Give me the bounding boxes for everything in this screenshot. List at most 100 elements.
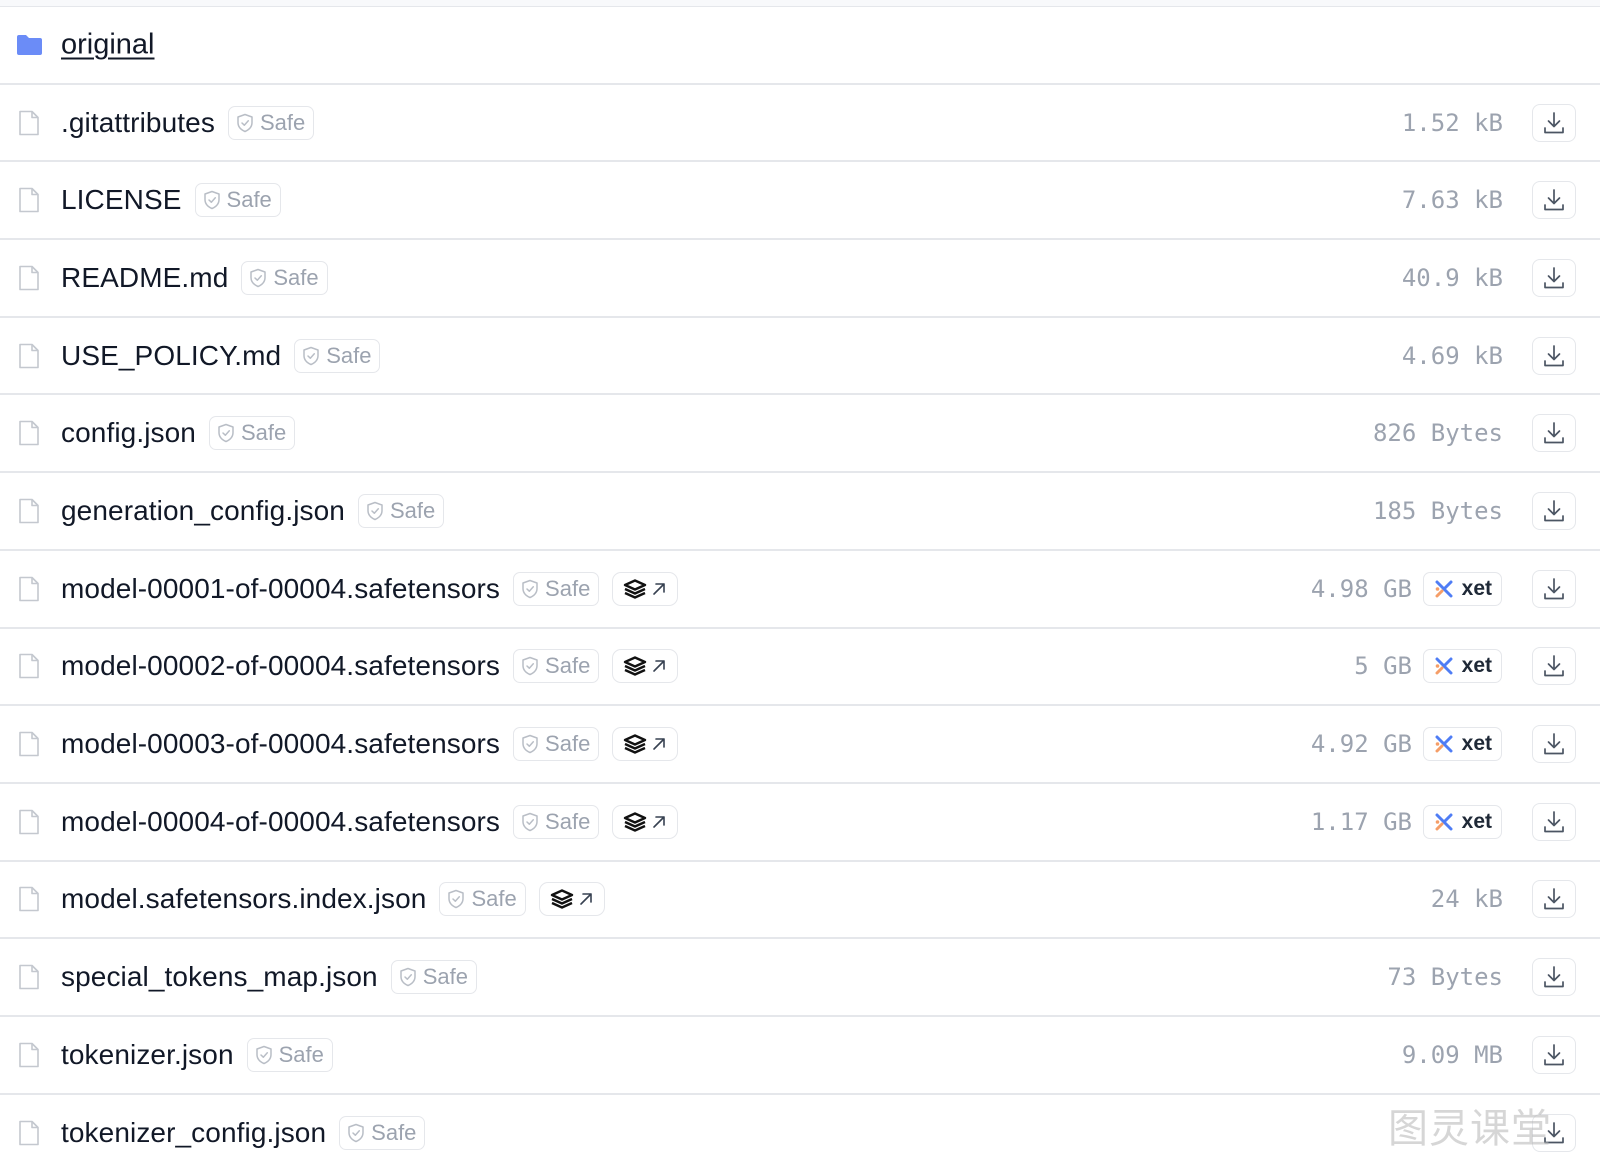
download-button[interactable]	[1532, 491, 1576, 530]
safe-badge[interactable]: Safe	[513, 571, 600, 606]
xet-badge[interactable]: xet	[1422, 571, 1502, 606]
download-button[interactable]	[1532, 958, 1576, 997]
file-name-link[interactable]: model-00003-of-00004.safetensors	[61, 728, 500, 760]
folder-row[interactable]: original	[0, 7, 1600, 85]
safe-badge[interactable]: Safe	[439, 882, 526, 917]
safe-badge[interactable]: Safe	[208, 416, 296, 451]
arrow-up-right-icon	[653, 660, 666, 673]
safe-badge[interactable]: Safe	[339, 1116, 426, 1151]
file-name-group: tokenizer_config.json Safe	[61, 1116, 426, 1151]
file-name-group: config.json Safe	[61, 416, 296, 451]
safe-badge[interactable]: Safe	[513, 649, 600, 684]
file-name-group: USE_POLICY.md Safe	[61, 338, 381, 373]
safetensors-viewer-button[interactable]	[612, 649, 679, 684]
xet-badge[interactable]: xet	[1422, 804, 1502, 839]
safe-badge[interactable]: Safe	[294, 338, 381, 373]
safe-badge-label: Safe	[240, 420, 287, 446]
xet-logo-icon	[1435, 657, 1453, 675]
download-button[interactable]	[1532, 414, 1576, 453]
download-icon	[1544, 189, 1564, 211]
safe-badge-label: Safe	[422, 964, 468, 990]
safe-badge-label: Safe	[545, 653, 591, 679]
safetensors-stack-icon	[624, 578, 647, 599]
file-icon	[19, 654, 39, 679]
shield-check-icon	[348, 1124, 364, 1143]
file-name-link[interactable]: special_tokens_map.json	[61, 961, 378, 993]
download-button[interactable]	[1532, 103, 1576, 142]
safe-badge[interactable]: Safe	[357, 493, 445, 528]
download-button[interactable]	[1532, 1035, 1576, 1074]
xet-badge-label: xet	[1461, 809, 1492, 833]
file-name-link[interactable]: tokenizer_config.json	[61, 1117, 326, 1149]
safe-badge[interactable]: Safe	[246, 1037, 333, 1072]
safe-badge[interactable]: Safe	[227, 105, 315, 140]
download-button[interactable]	[1532, 181, 1576, 220]
safe-badge-label: Safe	[371, 1120, 417, 1146]
top-strip	[0, 0, 1600, 7]
file-size: 7.63 kB	[1401, 186, 1503, 215]
file-size: 1.52 kB	[1401, 108, 1503, 137]
file-name-link[interactable]: model-00002-of-00004.safetensors	[61, 650, 500, 682]
file-icon	[19, 1042, 39, 1068]
folder-link[interactable]: original	[61, 28, 155, 61]
download-icon	[1544, 500, 1564, 522]
file-name-link[interactable]: README.md	[61, 262, 228, 294]
shield-check-icon	[522, 579, 538, 598]
file-name-link[interactable]: USE_POLICY.md	[61, 340, 281, 372]
file-row: LICENSE Safe 7.63 kB	[0, 162, 1600, 241]
safe-badge[interactable]: Safe	[513, 804, 600, 839]
file-row: special_tokens_map.json Safe 73 Bytes	[0, 939, 1600, 1017]
download-button[interactable]	[1532, 880, 1576, 919]
safetensors-stack-icon	[624, 656, 647, 677]
safetensors-viewer-button[interactable]	[538, 882, 605, 917]
file-name-link[interactable]: model.safetensors.index.json	[61, 883, 426, 915]
download-button[interactable]	[1532, 569, 1576, 608]
download-button[interactable]	[1532, 258, 1576, 297]
download-icon	[1544, 888, 1564, 910]
safetensors-viewer-button[interactable]	[612, 727, 679, 762]
safetensors-viewer-button[interactable]	[612, 571, 679, 606]
safe-badge[interactable]: Safe	[241, 260, 328, 295]
download-icon	[1544, 1043, 1564, 1066]
download-icon	[1544, 966, 1564, 988]
safetensors-viewer-button[interactable]	[612, 804, 679, 839]
download-button[interactable]	[1532, 802, 1576, 841]
file-size: 24 kB	[1430, 885, 1503, 914]
file-size: 40.9 kB	[1401, 263, 1503, 292]
file-name-link[interactable]: model-00004-of-00004.safetensors	[61, 806, 500, 838]
safe-badge-label: Safe	[545, 731, 591, 757]
safe-badge[interactable]: Safe	[390, 960, 477, 995]
shield-check-icon	[303, 346, 319, 365]
shield-check-icon	[250, 268, 267, 288]
download-icon	[1544, 810, 1564, 833]
file-size: 4.98 GB	[1310, 574, 1412, 603]
file-icon	[19, 265, 39, 291]
download-button[interactable]	[1532, 647, 1576, 686]
file-icon	[19, 343, 39, 368]
file-name-link[interactable]: .gitattributes	[61, 107, 215, 139]
safe-badge[interactable]: Safe	[513, 727, 600, 762]
file-name-link[interactable]: config.json	[61, 417, 196, 449]
xet-badge[interactable]: xet	[1422, 649, 1502, 684]
safe-badge[interactable]: Safe	[194, 183, 281, 218]
file-icon	[19, 887, 39, 912]
file-name-link[interactable]: generation_config.json	[61, 495, 345, 527]
file-size: 9.09 MB	[1401, 1040, 1503, 1069]
shield-check-icon	[522, 657, 538, 676]
file-row: USE_POLICY.md Safe 4.69 kB	[0, 318, 1600, 396]
file-icon	[19, 576, 39, 601]
arrow-up-right-icon	[653, 815, 666, 828]
download-button[interactable]	[1532, 1114, 1576, 1153]
download-button[interactable]	[1532, 336, 1576, 375]
download-button[interactable]	[1532, 725, 1576, 764]
arrow-up-right-icon	[579, 893, 592, 906]
file-name-link[interactable]: model-00001-of-00004.safetensors	[61, 573, 500, 605]
file-name-link[interactable]: tokenizer.json	[61, 1039, 234, 1071]
download-icon	[1544, 577, 1564, 600]
file-name-group: model-00004-of-00004.safetensors Safe	[61, 804, 679, 839]
xet-badge[interactable]: xet	[1422, 727, 1502, 762]
safe-badge-label: Safe	[278, 1041, 324, 1067]
xet-logo-icon	[1435, 813, 1453, 831]
file-row: model-00002-of-00004.safetensors Safe 5 GB…	[0, 629, 1600, 707]
file-name-link[interactable]: LICENSE	[61, 184, 182, 216]
